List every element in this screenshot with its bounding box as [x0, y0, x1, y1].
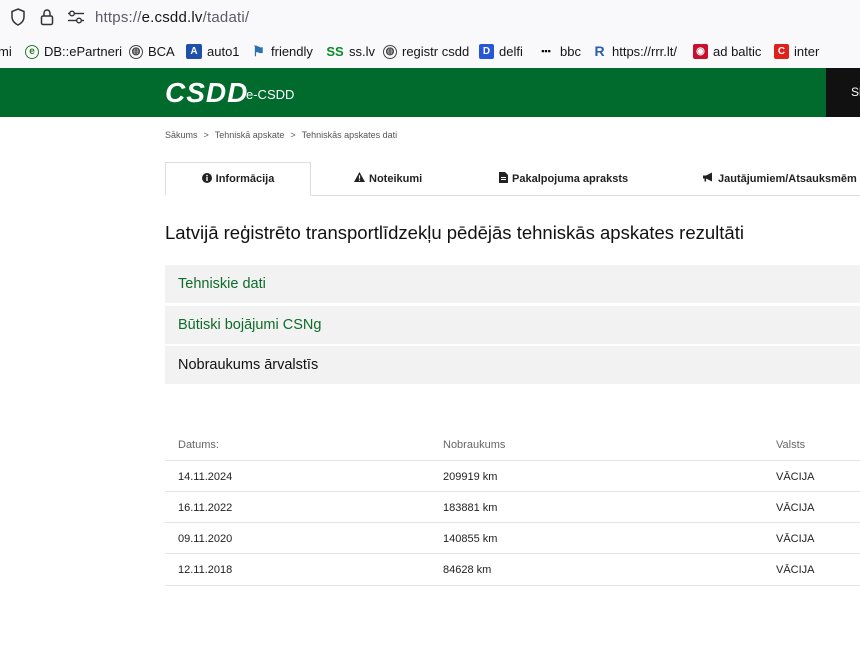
tab-service-description[interactable]: Pakalpojuma apraksts — [499, 162, 628, 195]
bookmark-label: registr csdd — [402, 44, 470, 59]
rrr-icon: R — [594, 43, 605, 59]
table-row: 14.11.2024 209919 km VĀCIJA — [165, 460, 860, 492]
section-technical-data[interactable]: Tehniskie dati — [165, 265, 860, 303]
section-label: Tehniskie dati — [178, 276, 266, 292]
bookmark-ad-baltic[interactable]: ◉ ad baltic — [693, 44, 761, 59]
bookmark-mi[interactable]: mi — [0, 44, 12, 59]
tab-label: Informācija — [215, 173, 275, 185]
bookmark-bbc[interactable]: ▪▪▪ bbc — [537, 44, 581, 59]
bookmark-label: inter — [794, 44, 820, 59]
column-header-country: Valsts — [776, 439, 806, 451]
cell-mileage: 183881 km — [443, 502, 498, 514]
page-title: Latvijā reģistrēto transportlīdzekļu pēd… — [165, 222, 744, 243]
cell-mileage: 84628 km — [443, 564, 492, 576]
shield-icon[interactable] — [10, 8, 26, 31]
url-host: e.csdd.lv — [141, 9, 203, 26]
section-significant-defects[interactable]: Būtiski bojājumi CSNg — [165, 306, 860, 344]
breadcrumb-item-home[interactable]: Sākums — [165, 130, 198, 140]
document-icon — [499, 171, 508, 186]
header-right-label: Sl — [851, 85, 860, 99]
bookmark-label: https://rrr.lt/ — [612, 44, 678, 59]
cell-date: 09.11.2020 — [178, 533, 233, 545]
breadcrumb: Sākums > Tehniskā apskate > Tehniskās apskat… — [165, 130, 397, 140]
table-row: 16.11.2022 183881 km VĀCIJA — [165, 491, 860, 523]
csdd-logo[interactable]: CSDD — [165, 78, 248, 108]
bookmark-label: mi — [0, 44, 12, 59]
e-csdd-link[interactable]: e-CSDD — [246, 87, 294, 102]
tab-bar: Informācija Noteikumi Pakalpojuma apraks… — [165, 162, 860, 196]
globe-icon: ◍ — [129, 44, 143, 59]
breadcrumb-item-current: Tehniskās apskates dati — [301, 130, 398, 140]
bookmark-label: friendly — [271, 44, 313, 59]
info-icon — [201, 172, 212, 186]
breadcrumb-separator: > — [203, 130, 209, 140]
section-label: Nobraukums ārvalstīs — [178, 357, 319, 373]
cell-country: VĀCIJA — [776, 564, 815, 576]
bookmark-friendly[interactable]: ⚑ friendly — [251, 43, 313, 60]
url-scheme: https:// — [95, 9, 142, 26]
bookmark-auto1[interactable]: Aauto1 — [186, 44, 240, 59]
table-row: 09.11.2020 140855 km VĀCIJA — [165, 522, 860, 554]
bookmarks-bar: mi e DB::ePartneri ◍ BCA Aauto1 ⚑ friendly … — [0, 36, 860, 68]
url-path: /tadati/ — [202, 9, 250, 26]
browser-url-bar: https://e.csdd.lv/tadati/ — [0, 0, 860, 36]
auto1-icon: A — [186, 44, 202, 59]
cell-country: VĀCIJA — [776, 533, 815, 545]
column-header-date: Datums: — [178, 439, 219, 451]
ad-baltic-icon: ◉ — [693, 44, 708, 59]
cell-country: VĀCIJA — [776, 502, 815, 514]
url-field[interactable]: https://e.csdd.lv/tadati/ — [95, 9, 249, 26]
e-partner-icon: e — [25, 44, 39, 59]
column-header-mileage: Nobraukums — [443, 439, 506, 451]
bookmark-label: auto1 — [207, 44, 240, 59]
cell-country: VĀCIJA — [776, 471, 815, 483]
tab-label: Jautājumiem/Atsauksmēm — [718, 172, 857, 185]
cell-date: 16.11.2022 — [178, 502, 233, 514]
megaphone-icon — [703, 172, 714, 185]
bookmark-label: DB::ePartneri — [44, 44, 123, 59]
tab-information[interactable]: Informācija — [165, 162, 311, 196]
bookmark-sslv[interactable]: SS ss.lv — [326, 44, 375, 59]
bookmark-delfi[interactable]: Ddelfi — [479, 44, 523, 59]
bookmark-registr-csdd[interactable]: ◍ registr csdd — [383, 44, 469, 59]
flag-icon: ⚑ — [252, 43, 265, 59]
bookmark-rrr[interactable]: Rhttps://rrr.lt/ — [592, 43, 678, 60]
tab-feedback[interactable]: Jautājumiem/Atsauksmēm — [703, 162, 857, 195]
header-right-button[interactable]: Sl — [826, 68, 860, 117]
section-label: Būtiski bojājumi CSNg — [178, 317, 322, 333]
cell-date: 14.11.2024 — [178, 471, 233, 483]
bbc-icon: ▪▪▪ — [541, 46, 551, 56]
bookmark-label: bbc — [560, 44, 581, 59]
ss-icon: SS — [326, 44, 344, 59]
bookmark-dbepartneri[interactable]: e DB::ePartneri — [25, 44, 122, 59]
delfi-icon: D — [479, 44, 494, 59]
cell-mileage: 209919 km — [443, 471, 498, 483]
section-mileage-abroad[interactable]: Nobraukums ārvalstīs — [165, 346, 860, 384]
bookmark-label: delfi — [499, 44, 523, 59]
warning-icon — [354, 172, 365, 185]
tab-rules[interactable]: Noteikumi — [354, 162, 422, 195]
bookmark-label: BCA — [148, 44, 175, 59]
cell-date: 12.11.2018 — [178, 564, 233, 576]
bookmark-inter[interactable]: Cinter — [774, 44, 819, 59]
lock-icon[interactable] — [39, 8, 55, 31]
bookmark-label: ad baltic — [713, 44, 762, 59]
table-row: 12.11.2018 84628 km VĀCIJA — [165, 553, 860, 586]
bookmark-bca[interactable]: ◍ BCA — [129, 44, 175, 59]
bookmark-label: ss.lv — [349, 44, 375, 59]
permissions-icon[interactable] — [67, 10, 85, 29]
cell-mileage: 140855 km — [443, 533, 498, 545]
breadcrumb-separator: > — [290, 130, 296, 140]
inter-icon: C — [774, 44, 789, 59]
tab-label: Pakalpojuma apraksts — [512, 172, 629, 185]
tab-label: Noteikumi — [369, 172, 423, 185]
site-header: CSDD e-CSDD Sl — [0, 68, 860, 117]
globe-icon: ◍ — [383, 44, 397, 59]
breadcrumb-item-inspection[interactable]: Tehniskā apskate — [215, 130, 285, 140]
